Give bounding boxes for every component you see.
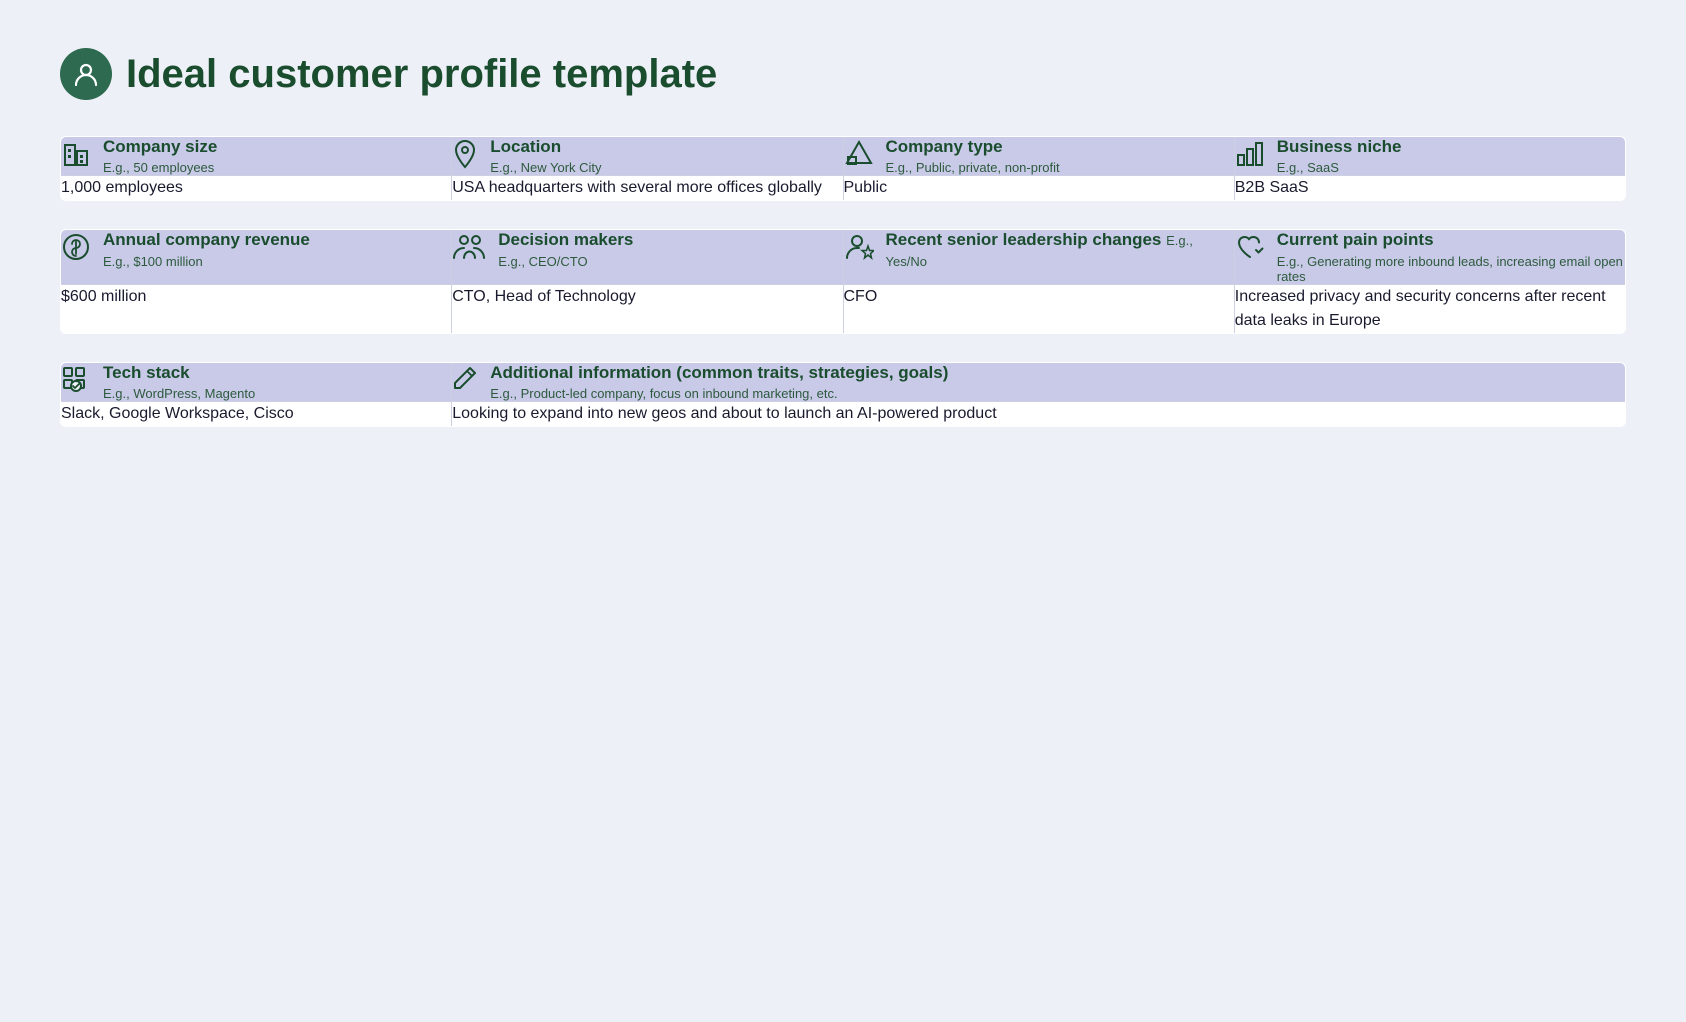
company-type-subtitle: E.g., Public, private, non-profit [886,160,1060,175]
company-type-title: Company type [886,137,1060,157]
section2-table: Annual company revenue E.g., $100 millio… [60,229,1626,333]
location-header: Location E.g., New York City [452,137,843,176]
pain-points-header: Current pain points E.g., Generating mor… [1234,230,1625,284]
section2-data-row: $600 million CTO, Head of Technology CFO… [61,284,1626,333]
location-title: Location [490,137,601,157]
building-icon [61,139,91,174]
business-niche-value: B2B SaaS [1234,176,1625,201]
section1-data-row: 1,000 employees USA headquarters with se… [61,176,1626,201]
dollar-icon [61,232,91,267]
decision-makers-header: Decision makers E.g., CEO/CTO [452,230,843,284]
additional-info-subtitle: E.g., Product-led company, focus on inbo… [490,386,948,401]
annual-revenue-value: $600 million [61,284,452,333]
tech-stack-subtitle: E.g., WordPress, Magento [103,386,255,401]
additional-info-title: Additional information (common traits, s… [490,363,948,383]
location-subtitle: E.g., New York City [490,160,601,175]
section3-header-row: Tech stack E.g., WordPress, Magento A [61,362,1626,401]
people-icon [452,232,486,265]
pain-points-value: Increased privacy and security concerns … [1234,284,1625,333]
section2-header-row: Annual company revenue E.g., $100 millio… [61,230,1626,284]
section3-data-row: Slack, Google Workspace, Cisco Looking t… [61,402,1626,427]
additional-info-header: Additional information (common traits, s… [452,362,1626,401]
tech-stack-value: Slack, Google Workspace, Cisco [61,402,452,427]
leadership-changes-title: Recent senior leadership changes E.g., Y… [886,230,1234,271]
annual-revenue-subtitle: E.g., $100 million [103,254,310,269]
company-size-subtitle: E.g., 50 employees [103,160,217,175]
person-star-icon [844,232,874,267]
company-size-value: 1,000 employees [61,176,452,201]
grid-dots-icon [61,365,91,400]
additional-info-value: Looking to expand into new geos and abou… [452,402,1626,427]
tech-stack-header: Tech stack E.g., WordPress, Magento [61,362,452,401]
decision-makers-title: Decision makers [498,230,633,250]
decision-makers-value: CTO, Head of Technology [452,284,843,333]
bar-chart-icon [1235,139,1265,174]
business-niche-subtitle: E.g., SaaS [1277,160,1402,175]
business-niche-title: Business niche [1277,137,1402,157]
company-size-title: Company size [103,137,217,157]
section3-table: Tech stack E.g., WordPress, Magento A [60,362,1626,427]
leadership-changes-value: CFO [843,284,1234,333]
page-header: Ideal customer profile template [60,48,1626,100]
annual-revenue-title: Annual company revenue [103,230,310,250]
annual-revenue-header: Annual company revenue E.g., $100 millio… [61,230,452,284]
decision-makers-subtitle: E.g., CEO/CTO [498,254,633,269]
triangle-grid-icon [844,139,874,174]
section1-header-row: Company size E.g., 50 employees Locat [61,137,1626,176]
page-icon [60,48,112,100]
location-value: USA headquarters with several more offic… [452,176,843,201]
pencil-icon [452,365,478,398]
pain-points-subtitle: E.g., Generating more inbound leads, inc… [1277,254,1625,284]
tech-stack-title: Tech stack [103,363,255,383]
pain-points-title: Current pain points [1277,230,1625,250]
company-size-header: Company size E.g., 50 employees [61,137,452,176]
business-niche-header: Business niche E.g., SaaS [1234,137,1625,176]
page-title: Ideal customer profile template [126,52,717,97]
heart-check-icon [1235,232,1265,267]
company-type-value: Public [843,176,1234,201]
pin-icon [452,139,478,174]
company-type-header: Company type E.g., Public, private, non-… [843,137,1234,176]
leadership-changes-header: Recent senior leadership changes E.g., Y… [843,230,1234,284]
section1-table: Company size E.g., 50 employees Locat [60,136,1626,201]
